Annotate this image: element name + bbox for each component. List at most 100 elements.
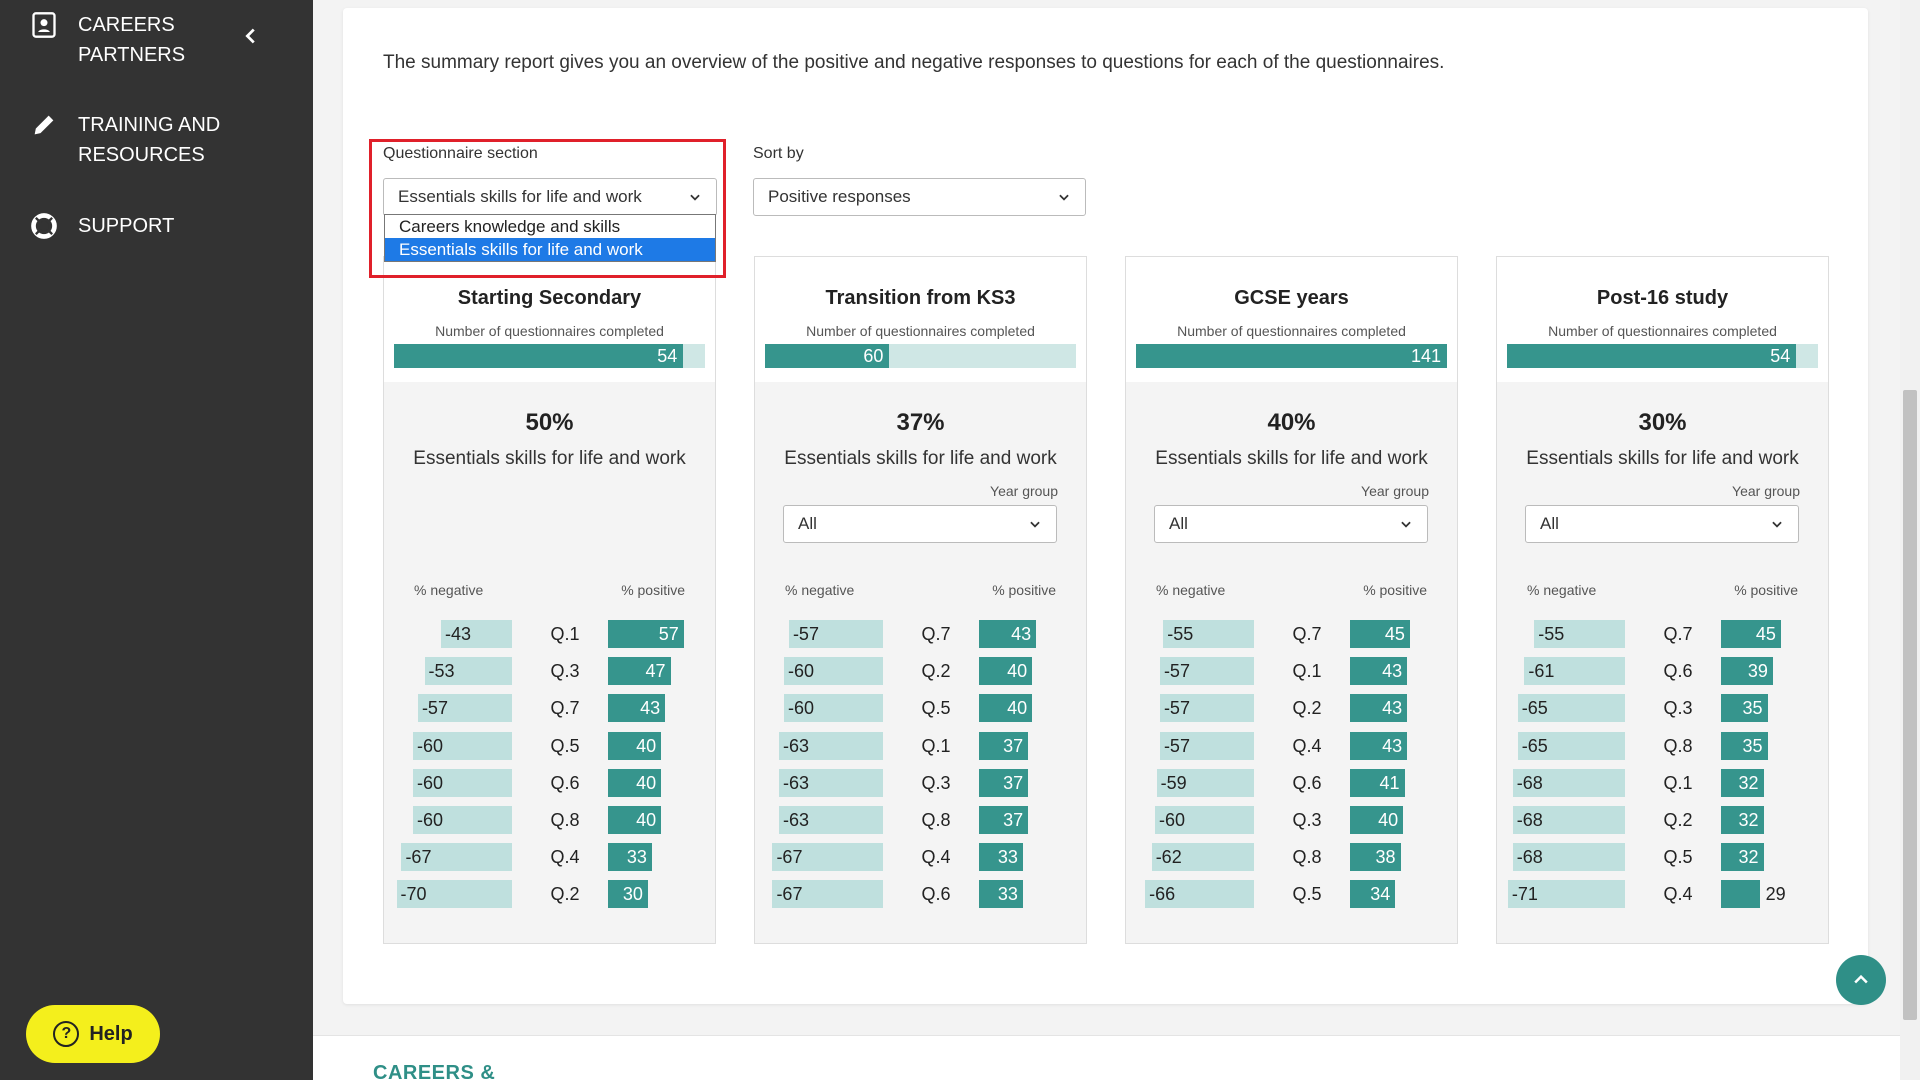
question-label: Q.8 [1292,847,1322,868]
panel-section-name: Essentials skills for life and work [784,448,1057,469]
table-row: -57 Q.4 43 [1126,731,1457,761]
negative-bar: -57 [417,694,512,723]
page-scrollbar-thumb[interactable] [1903,390,1917,1020]
panel-header: GCSE years Number of questionnaires compl… [1126,257,1457,382]
footer: CAREERS & [313,1035,1900,1080]
question-label: Q.6 [550,772,580,793]
questionnaire-panel: GCSE years Number of questionnaires compl… [1125,256,1458,944]
help-button[interactable]: ? Help [26,1005,160,1063]
dropdown-option-careers[interactable]: Careers knowledge and skills [385,215,715,238]
table-row: -57 Q.7 43 [384,693,715,723]
questionnaire-panel: Post-16 study Number of questionnaires co… [1496,256,1829,944]
year-group-select[interactable]: All [1154,505,1428,543]
year-group-label: Year group [1732,483,1800,499]
positive-bar: 33 [979,843,1023,872]
question-label: Q.3 [550,661,580,682]
pencil-icon [34,115,54,135]
positive-bar: 43 [608,694,666,723]
chevron-down-icon [1030,521,1040,528]
question-label: Q.6 [1663,661,1693,682]
panel-subtitle: Number of questionnaires completed [1177,323,1406,339]
table-row: -55 Q.7 45 [1497,619,1828,649]
questionnaire-panel: Starting Secondary Number of questionnair… [383,256,716,944]
positive-bar: 40 [979,694,1033,723]
sort-by-select[interactable]: Positive responses [753,178,1086,216]
chevron-left-icon[interactable] [240,25,262,47]
sidebar-item-support[interactable]: SUPPORT [30,211,258,241]
count-bar-track: 54 [394,344,705,368]
negative-bar: -62 [1151,843,1254,872]
negative-bar: -60 [413,806,512,834]
axis-negative-label: % negative [785,582,855,598]
question-label: Q.7 [921,624,951,644]
table-row: -62 Q.8 38 [1126,842,1457,872]
questionnaire-section-select[interactable]: Essentials skills for life and work [383,178,717,216]
question-label: Q.4 [550,847,580,868]
table-row: -67 Q.4 33 [384,842,715,872]
table-row: -55 Q.7 45 [1126,619,1457,649]
scroll-to-top-button[interactable] [1836,955,1886,1005]
positive-bar: 32 [1721,843,1764,872]
panel-subtitle: Number of questionnaires completed [806,323,1035,339]
year-group-value: All [1540,514,1559,533]
panel-subtitle: Number of questionnaires completed [435,323,664,339]
dropdown-option-essentials[interactable]: Essentials skills for life and work [385,238,715,261]
question-label: Q.2 [921,661,951,682]
positive-bar: 35 [1721,731,1768,760]
table-row: -70 Q.2 30 [384,879,715,909]
question-label: Q.1 [1663,772,1693,793]
sidebar-item-careers-partners[interactable]: CAREERS PARTNERS [30,10,258,70]
year-group-label: Year group [1361,483,1429,499]
negative-bar: -60 [784,694,883,723]
question-label: Q.3 [1292,810,1322,830]
negative-bar: -65 [1517,694,1625,723]
positive-bar: 32 [1721,768,1764,797]
positive-bar: 43 [979,620,1037,648]
axis-positive-label: % positive [621,582,685,598]
question-label: Q.1 [550,624,580,644]
table-row: -57 Q.2 43 [1126,693,1457,723]
negative-bar: -70 [396,880,512,909]
table-row: -59 Q.6 41 [1126,768,1457,798]
positive-bar: 43 [1350,731,1408,760]
year-group-select[interactable]: All [1525,505,1799,543]
table-row: -43 Q.1 57 [384,619,715,649]
count-bar-fill: 54 [394,344,684,368]
axis-negative-label: % negative [1156,582,1226,598]
question-label: Q.2 [1292,698,1322,719]
question-label: Q.7 [550,698,580,719]
negative-bar: -57 [1159,694,1254,723]
panel-title: GCSE years [1234,287,1349,309]
count-bar-fill: 141 [1136,344,1447,368]
question-label: Q.2 [1663,810,1693,830]
table-row: -60 Q.8 40 [384,805,715,835]
table-row: -60 Q.5 40 [755,693,1086,723]
positive-bar [1721,880,1760,909]
panel-percent: 50% [525,409,574,436]
count-bar-track: 141 [1136,344,1447,368]
negative-bar: -66 [1145,880,1254,909]
question-label: Q.2 [550,884,580,905]
chevron-down-icon [1401,521,1411,528]
positive-bar: 40 [1350,806,1404,834]
positive-bar: 40 [608,806,662,834]
positive-bar: 40 [608,731,662,760]
positive-bar: 40 [979,657,1033,686]
panel-percent: 37% [896,409,945,436]
question-label: Q.4 [921,847,951,868]
table-row: -57 Q.1 43 [1126,656,1457,686]
panel-title: Post-16 study [1596,287,1729,309]
positive-bar: 57 [608,620,684,648]
negative-bar: -67 [401,843,512,872]
panel-section-name: Essentials skills for life and work [1526,448,1799,469]
count-bar-track: 54 [1507,344,1818,368]
axis-positive-label: % positive [992,582,1056,598]
count-bar-fill: 54 [1507,344,1797,368]
negative-bar: -55 [1534,620,1625,648]
question-label: Q.3 [921,772,951,793]
table-row: -61 Q.6 39 [1497,656,1828,686]
chevron-down-icon [690,194,700,201]
year-group-select[interactable]: All [783,505,1057,543]
question-label: Q.5 [1663,847,1693,868]
sidebar-item-training[interactable]: TRAINING AND RESOURCES [30,110,258,170]
